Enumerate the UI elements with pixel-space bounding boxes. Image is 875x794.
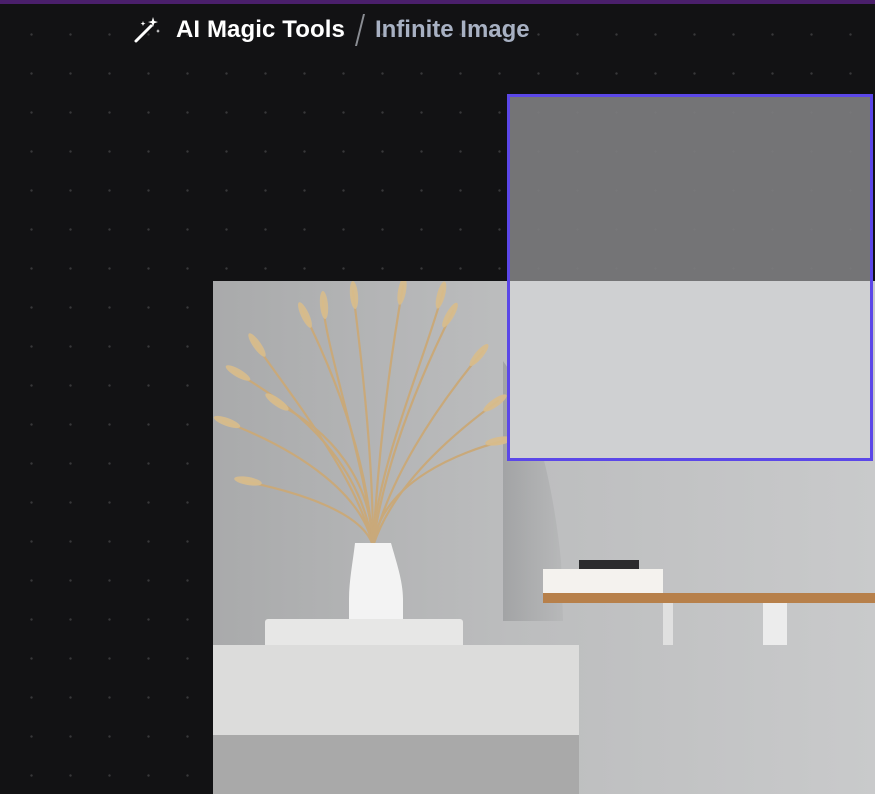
shelf-leg-left xyxy=(663,603,673,645)
shelf xyxy=(543,593,875,603)
breadcrumb-current-page: Infinite Image xyxy=(374,16,530,43)
book-stack xyxy=(543,569,663,593)
magic-wand-icon xyxy=(134,17,160,43)
top-accent-bar xyxy=(0,0,875,4)
empty-canvas-area xyxy=(579,646,875,794)
tabletop xyxy=(213,645,579,735)
breadcrumb-app-title[interactable]: AI Magic Tools xyxy=(176,16,345,44)
generation-frame[interactable] xyxy=(507,94,873,461)
shelf-leg-right xyxy=(763,603,787,645)
book-top xyxy=(579,560,639,569)
breadcrumb: AI Magic Tools Infinite Image xyxy=(132,12,530,48)
table-front xyxy=(213,735,579,794)
breadcrumb-separator xyxy=(354,14,365,46)
